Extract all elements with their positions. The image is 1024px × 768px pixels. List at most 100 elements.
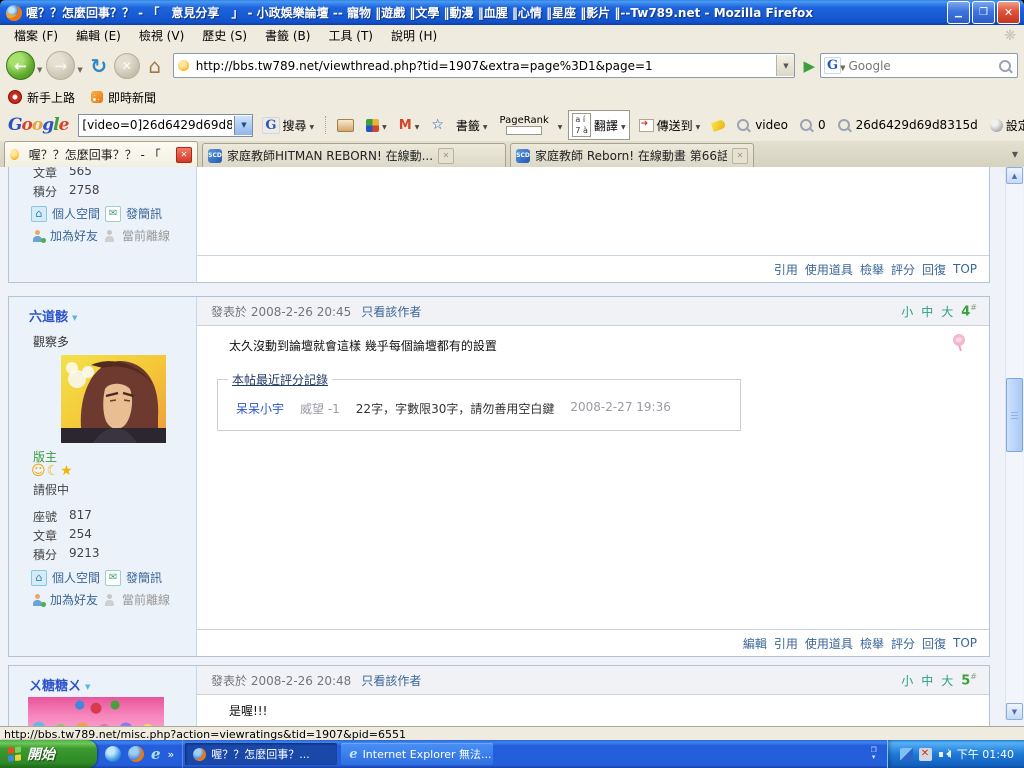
scroll-up-button[interactable] <box>1006 167 1023 184</box>
term-button-video[interactable]: video <box>734 116 791 134</box>
floor-number[interactable]: 4# <box>961 303 977 319</box>
window-titlebar[interactable]: 喔？？怎麼回事？？ - 「 意見分享 」 - 小政娛樂論壇 -- 寵物 ‖遊戲 … <box>0 0 1024 25</box>
pm-link[interactable]: 發簡訊 <box>126 569 162 586</box>
search-bar[interactable]: G <box>820 53 1018 78</box>
rating-record-title[interactable]: 本帖最近評分記錄 <box>228 371 332 388</box>
term-button-zero[interactable]: 0 <box>797 116 829 134</box>
chevron-down-icon[interactable] <box>85 678 90 692</box>
highlighter-button[interactable] <box>709 119 728 132</box>
font-large-link[interactable]: 大 <box>941 303 953 320</box>
menu-edit[interactable]: 編輯 (E) <box>68 25 129 46</box>
tab-list-dropdown[interactable] <box>1012 150 1018 159</box>
tray-update-icon[interactable] <box>900 748 913 761</box>
menu-file[interactable]: 檔案 (F) <box>6 25 66 46</box>
rose-icon[interactable] <box>951 333 967 352</box>
apps-button[interactable] <box>363 116 390 134</box>
rate-link[interactable]: 評分 <box>891 261 915 278</box>
photos-button[interactable] <box>334 117 357 134</box>
tab-current-thread[interactable]: 喔？？怎麼回事？？ - 「 意見... <box>4 141 198 167</box>
task-button-firefox[interactable]: 喔？？怎麼回事？... <box>185 743 337 765</box>
web-search-input[interactable] <box>847 58 1000 74</box>
vertical-scrollbar[interactable] <box>1005 167 1023 720</box>
add-friend-link[interactable]: 加為好友 <box>50 591 98 608</box>
edit-link[interactable]: 編輯 <box>743 635 767 652</box>
start-button[interactable]: 開始 <box>0 740 97 768</box>
bookmark-getting-started[interactable]: 新手上路 <box>8 89 75 106</box>
menu-bookmarks[interactable]: 書籤 (B) <box>257 25 318 46</box>
quote-link[interactable]: 引用 <box>774 635 798 652</box>
bookmark-latest-news[interactable]: 即時新聞 <box>91 89 156 106</box>
pm-link[interactable]: 發簡訊 <box>126 205 162 222</box>
quick-launch-globe-icon[interactable] <box>105 746 121 762</box>
google-search-button[interactable]: G 搜尋 <box>259 115 317 136</box>
home-button[interactable] <box>143 54 167 78</box>
profile-link[interactable]: 個人空間 <box>52 205 100 222</box>
font-small-link[interactable]: 小 <box>901 672 913 689</box>
address-bar[interactable] <box>173 53 796 78</box>
tab-close-button[interactable] <box>732 148 748 164</box>
top-link[interactable]: TOP <box>953 262 977 276</box>
top-link[interactable]: TOP <box>953 636 977 650</box>
forward-button[interactable] <box>46 51 75 80</box>
chevron-down-icon[interactable] <box>72 309 77 323</box>
report-link[interactable]: 檢舉 <box>860 635 884 652</box>
restore-button[interactable] <box>972 1 995 24</box>
only-author-link[interactable]: 只看該作者 <box>361 672 421 689</box>
go-button[interactable] <box>803 57 815 75</box>
bookmarks-menu-button[interactable]: 書籤 <box>453 115 491 136</box>
username-link[interactable]: 六道骸 <box>29 306 68 325</box>
task-button-ie[interactable]: e Internet Explorer 無法... <box>341 743 493 765</box>
add-friend-link[interactable]: 加為好友 <box>50 227 98 244</box>
reply-link[interactable]: 回復 <box>922 261 946 278</box>
google-search-input[interactable] <box>79 117 234 133</box>
pagerank-button[interactable]: PageRank <box>497 114 552 137</box>
taskbar-toolbar-chevron[interactable] <box>871 747 887 761</box>
menu-view[interactable]: 檢視 (V) <box>131 25 192 46</box>
font-large-link[interactable]: 大 <box>941 672 953 689</box>
use-item-link[interactable]: 使用道具 <box>805 261 853 278</box>
tab-reborn-ep66[interactable]: SCD 家庭教師 Reborn! 在線動畫 第66話 -... <box>510 143 754 167</box>
minimize-button[interactable] <box>947 1 970 24</box>
gmail-button[interactable]: M <box>396 116 423 135</box>
forward-history-dropdown[interactable] <box>77 66 82 74</box>
search-icon[interactable] <box>999 60 1011 72</box>
menu-tools[interactable]: 工具 (T) <box>320 25 381 46</box>
only-author-link[interactable]: 只看該作者 <box>361 303 421 320</box>
quick-launch-firefox-icon[interactable] <box>128 746 144 762</box>
translate-button[interactable]: a í7 à 翻譯 <box>568 110 629 140</box>
back-button[interactable] <box>6 51 35 80</box>
stop-button[interactable] <box>114 53 140 79</box>
font-medium-link[interactable]: 中 <box>921 672 933 689</box>
menu-history[interactable]: 歷史 (S) <box>194 25 255 46</box>
report-link[interactable]: 檢舉 <box>860 261 884 278</box>
google-search-combo[interactable] <box>78 114 253 137</box>
url-input[interactable] <box>194 58 777 74</box>
star-bookmark-button[interactable] <box>428 115 447 135</box>
google-engine-icon[interactable]: G <box>824 57 841 74</box>
font-medium-link[interactable]: 中 <box>921 303 933 320</box>
avatar[interactable] <box>61 355 166 443</box>
search-engine-dropdown[interactable] <box>840 64 845 72</box>
back-history-dropdown[interactable] <box>37 66 42 74</box>
use-item-link[interactable]: 使用道具 <box>805 635 853 652</box>
profile-link[interactable]: 個人空間 <box>52 569 100 586</box>
reload-button[interactable] <box>87 54 111 78</box>
tray-volume-icon[interactable] <box>938 748 951 761</box>
quote-link[interactable]: 引用 <box>774 261 798 278</box>
scrollbar-thumb[interactable] <box>1006 378 1023 452</box>
floor-number[interactable]: 5# <box>961 672 977 688</box>
tab-reborn-hitman[interactable]: SCD 家庭教師HITMAN REBORN! 在線動... <box>202 143 506 167</box>
tab-close-button[interactable] <box>176 147 192 163</box>
settings-button[interactable]: 設定 <box>987 115 1024 136</box>
url-dropdown-button[interactable] <box>776 55 794 76</box>
scroll-down-button[interactable] <box>1006 703 1023 720</box>
quick-launch-ie-icon[interactable]: e <box>151 745 161 763</box>
font-small-link[interactable]: 小 <box>901 303 913 320</box>
send-to-button[interactable]: 傳送到 <box>636 115 704 136</box>
combo-dropdown-button[interactable] <box>234 116 252 135</box>
reply-link[interactable]: 回復 <box>922 635 946 652</box>
rate-link[interactable]: 評分 <box>891 635 915 652</box>
rater-username-link[interactable]: 呆呆小宇 <box>236 400 284 417</box>
term-button-hash[interactable]: 26d6429d69d8315d <box>835 116 981 134</box>
close-button[interactable] <box>997 1 1020 24</box>
